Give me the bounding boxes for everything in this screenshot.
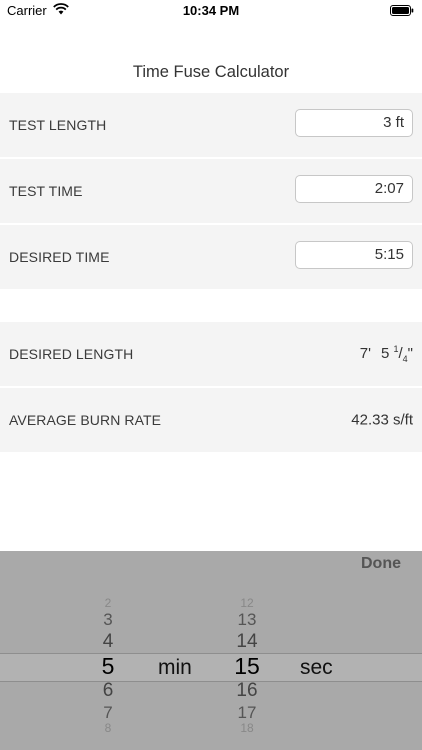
status-bar: Carrier 10:34 PM	[0, 0, 422, 22]
fraction-numerator: 1	[393, 344, 399, 354]
picker-option[interactable]: 6	[88, 681, 128, 700]
desired-length-value: 7' 5 1/4"	[360, 344, 413, 364]
desired-length-label: DESIRED LENGTH	[9, 346, 134, 362]
test-time-field[interactable]: 2:07	[295, 175, 413, 203]
test-length-label: TEST LENGTH	[9, 117, 107, 133]
done-button[interactable]: Done	[361, 555, 401, 573]
battery-icon	[390, 5, 414, 16]
desired-length-inches: 5	[380, 345, 390, 362]
minutes-unit-label: min	[158, 656, 192, 679]
picker-option[interactable]: 2	[88, 597, 128, 609]
desired-length-feet: 7'	[359, 345, 371, 362]
desired-length-fraction: 1/4	[393, 344, 408, 364]
picker-option[interactable]: 16	[227, 681, 267, 700]
picker-option[interactable]: 18	[227, 722, 267, 734]
picker-selection-band	[0, 653, 422, 682]
time-picker[interactable]: Done 2 3 4 5 6 78 min 12 13 14 15 16 17 18 sec	[0, 551, 422, 750]
desired-time-row: DESIRED TIME 5:15	[0, 225, 422, 289]
average-burn-rate-row: AVERAGE BURN RATE 42.33 s/ft	[0, 388, 422, 452]
picker-option[interactable]: 8	[88, 722, 128, 734]
test-time-label: TEST TIME	[9, 183, 83, 199]
test-length-field[interactable]: 3 ft	[295, 109, 413, 137]
picker-option[interactable]: 13	[227, 611, 267, 628]
test-time-row: TEST TIME 2:07	[0, 159, 422, 223]
status-time: 10:34 PM	[182, 3, 240, 18]
picker-option[interactable]: 14	[227, 632, 267, 651]
inch-mark: "	[407, 345, 413, 362]
desired-length-row: DESIRED LENGTH 7' 5 1/4"	[0, 322, 422, 386]
seconds-unit-label: sec	[300, 656, 333, 679]
desired-time-field[interactable]: 5:15	[295, 241, 413, 269]
average-burn-rate-value: 42.33 s/ft	[351, 411, 413, 429]
picker-option[interactable]: 7	[88, 704, 128, 721]
page-title: Time Fuse Calculator	[132, 63, 290, 81]
picker-selected-value[interactable]: 5	[88, 655, 128, 678]
picker-option[interactable]: 17	[227, 704, 267, 721]
picker-option[interactable]: 12	[227, 597, 267, 609]
picker-selected-value[interactable]: 15	[227, 655, 267, 678]
picker-option[interactable]: 3	[88, 611, 128, 628]
average-burn-rate-label: AVERAGE BURN RATE	[9, 412, 162, 428]
desired-time-label: DESIRED TIME	[9, 249, 110, 265]
picker-option[interactable]: 4	[88, 632, 128, 651]
test-length-row: TEST LENGTH 3 ft	[0, 93, 422, 157]
